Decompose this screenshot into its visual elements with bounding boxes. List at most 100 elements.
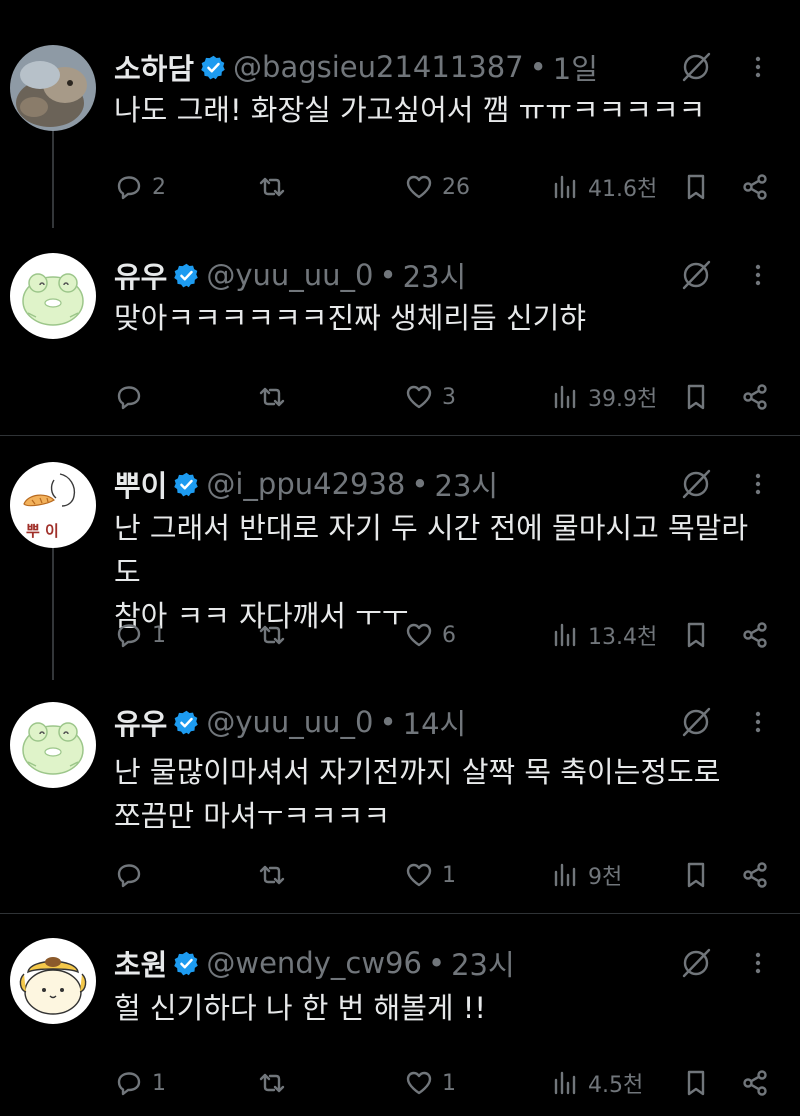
retweet-icon bbox=[259, 865, 285, 885]
more-options-icon[interactable] bbox=[746, 47, 770, 87]
verified-badge-icon bbox=[173, 262, 200, 289]
bookmark-icon bbox=[687, 174, 705, 200]
views-button[interactable]: 9천 bbox=[550, 855, 622, 895]
more-options-icon[interactable] bbox=[746, 255, 770, 295]
views-icon bbox=[554, 863, 576, 887]
timestamp[interactable]: 1일 bbox=[553, 46, 598, 88]
timestamp[interactable]: 23시 bbox=[451, 942, 515, 984]
thread-line bbox=[52, 548, 54, 680]
reply-button[interactable]: 2 bbox=[114, 167, 166, 207]
heart-icon bbox=[406, 623, 432, 647]
more-options-icon[interactable] bbox=[746, 943, 770, 983]
display-name[interactable]: 뿌이 bbox=[114, 463, 167, 505]
share-button[interactable] bbox=[740, 615, 770, 655]
like-count: 6 bbox=[442, 622, 456, 648]
reply-button[interactable]: 1 bbox=[114, 615, 166, 655]
like-button[interactable]: 3 bbox=[404, 377, 456, 417]
retweet-icon bbox=[259, 625, 285, 645]
avatar[interactable] bbox=[10, 253, 96, 339]
bookmark-button[interactable] bbox=[681, 615, 711, 655]
reply-icon bbox=[117, 1072, 141, 1096]
view-count: 39.9천 bbox=[588, 387, 658, 412]
like-button[interactable]: 1 bbox=[404, 855, 456, 895]
handle[interactable]: @yuu_uu_0 bbox=[206, 705, 373, 739]
views-button[interactable]: 13.4천 bbox=[550, 615, 657, 655]
reply-icon bbox=[117, 176, 141, 200]
handle[interactable]: @yuu_uu_0 bbox=[206, 258, 373, 292]
share-icon bbox=[743, 1070, 767, 1096]
retweet-button[interactable] bbox=[257, 1063, 295, 1103]
separator-dot: • bbox=[411, 467, 429, 501]
retweet-button[interactable] bbox=[257, 377, 295, 417]
bookmark-icon bbox=[687, 1070, 705, 1096]
bookmark-button[interactable] bbox=[681, 167, 711, 207]
bookmark-button[interactable] bbox=[681, 377, 711, 417]
tweet[interactable]: 소하담 @bagsieu21411387 • 1일 나도 그래! 화장실 가고싶… bbox=[0, 0, 800, 228]
bookmark-icon bbox=[687, 622, 705, 648]
grok-icon[interactable] bbox=[676, 702, 716, 742]
handle[interactable]: @bagsieu21411387 bbox=[233, 50, 524, 84]
reply-button[interactable] bbox=[114, 377, 152, 417]
heart-icon bbox=[406, 1071, 432, 1095]
views-button[interactable]: 41.6천 bbox=[550, 167, 657, 207]
timestamp[interactable]: 14시 bbox=[403, 701, 467, 743]
like-count: 1 bbox=[442, 862, 456, 888]
separator-dot: • bbox=[529, 50, 547, 84]
more-options-icon[interactable] bbox=[746, 464, 770, 504]
views-icon bbox=[554, 175, 576, 199]
heart-icon bbox=[406, 863, 432, 887]
avatar[interactable]: 뿌 이 bbox=[10, 462, 96, 548]
share-button[interactable] bbox=[740, 167, 770, 207]
share-icon bbox=[743, 384, 767, 410]
views-icon bbox=[554, 623, 576, 647]
more-options-icon[interactable] bbox=[746, 702, 770, 742]
heart-icon bbox=[406, 385, 432, 409]
tweet[interactable]: 유우 @yuu_uu_0 • 14시 난 물많이마셔서 자기전까지 살짝 목 축… bbox=[0, 680, 800, 914]
grok-icon[interactable] bbox=[676, 464, 716, 504]
reply-button[interactable]: 1 bbox=[114, 1063, 166, 1103]
retweet-button[interactable] bbox=[257, 615, 295, 655]
like-button[interactable]: 6 bbox=[404, 615, 456, 655]
timestamp[interactable]: 23시 bbox=[403, 254, 467, 296]
share-button[interactable] bbox=[740, 855, 770, 895]
verified-badge-icon bbox=[173, 950, 200, 977]
tweet-text-line: 난 그래서 반대로 자기 두 시간 전에 물마시고 목말라도 bbox=[114, 511, 749, 589]
avatar-text: 뿌 이 bbox=[26, 522, 59, 540]
share-button[interactable] bbox=[740, 377, 770, 417]
tweet-text-line: 쪼끔만 마셔ㅜㅋㅋㅋㅋ bbox=[114, 799, 391, 833]
avatar[interactable] bbox=[10, 938, 96, 1024]
retweet-button[interactable] bbox=[257, 855, 295, 895]
handle[interactable]: @i_ppu42938 bbox=[206, 467, 405, 501]
grok-icon[interactable] bbox=[676, 255, 716, 295]
timestamp[interactable]: 23시 bbox=[435, 463, 499, 505]
display-name[interactable]: 초원 bbox=[114, 942, 167, 984]
grok-icon[interactable] bbox=[676, 943, 716, 983]
bookmark-button[interactable] bbox=[681, 855, 711, 895]
like-count: 26 bbox=[442, 174, 470, 200]
reply-button[interactable] bbox=[114, 855, 152, 895]
tweet[interactable]: 초원 @wendy_cw96 • 23시 헐 신기하다 나 한 번 해볼게 !!… bbox=[0, 914, 800, 1116]
handle[interactable]: @wendy_cw96 bbox=[206, 946, 422, 980]
separator-dot: • bbox=[379, 258, 397, 292]
retweet-icon bbox=[259, 177, 285, 197]
reply-count: 1 bbox=[152, 622, 166, 648]
avatar[interactable] bbox=[10, 45, 96, 131]
grok-icon[interactable] bbox=[676, 47, 716, 87]
views-button[interactable]: 4.5천 bbox=[550, 1063, 643, 1103]
avatar[interactable] bbox=[10, 702, 96, 788]
views-button[interactable]: 39.9천 bbox=[550, 377, 657, 417]
share-button[interactable] bbox=[740, 1063, 770, 1103]
verified-badge-icon bbox=[173, 471, 200, 498]
display-name[interactable]: 소하담 bbox=[114, 46, 194, 88]
bookmark-button[interactable] bbox=[681, 1063, 711, 1103]
retweet-button[interactable] bbox=[257, 167, 295, 207]
like-button[interactable]: 1 bbox=[404, 1063, 456, 1103]
display-name[interactable]: 유우 bbox=[114, 254, 167, 296]
tweet[interactable]: 뿌 이 뿌이 @i_ppu42938 • 23시 난 그래서 반대로 자기 두 … bbox=[0, 436, 800, 680]
bookmark-icon bbox=[687, 384, 705, 410]
like-button[interactable]: 26 bbox=[404, 167, 470, 207]
display-name[interactable]: 유우 bbox=[114, 701, 167, 743]
retweet-icon bbox=[259, 1073, 285, 1093]
tweet[interactable]: 유우 @yuu_uu_0 • 23시 맞아ㅋㅋㅋㅋㅋㅋ진짜 생체리듬 신기햐 3… bbox=[0, 228, 800, 436]
share-icon bbox=[743, 174, 767, 200]
